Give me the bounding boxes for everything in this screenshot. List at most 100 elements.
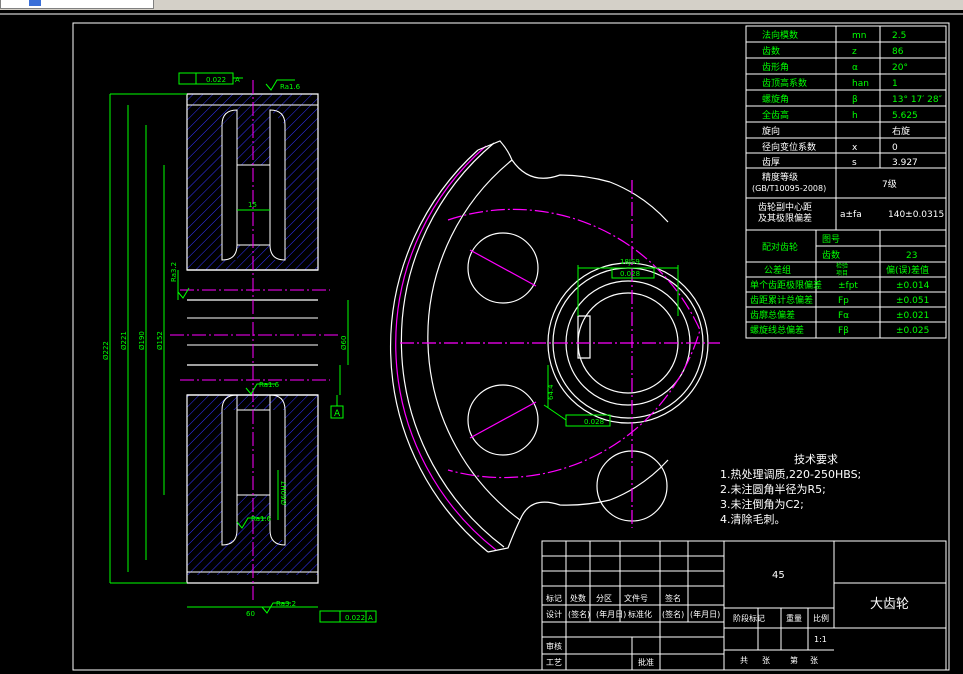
drawing-tab[interactable] <box>0 0 154 9</box>
gtol-top-value: 0.022 <box>206 76 226 84</box>
tb-pizhun: 批准 <box>638 657 654 667</box>
param-name: 螺旋角 <box>762 93 789 105</box>
tech-title: 技术要求 <box>794 453 838 466</box>
param-symbol: han <box>852 79 869 89</box>
tolerance-name: 齿距累计总偏差 <box>750 294 813 306</box>
tolerance-value: ±0.014 <box>896 281 930 291</box>
tb-gongyi: 工艺 <box>546 658 562 667</box>
gtol-bot-value: 0.022 <box>345 614 365 622</box>
param-value: 右旋 <box>892 125 910 137</box>
param-value: 2.5 <box>892 31 906 41</box>
tech-item: 3.未注倒角为C2; <box>720 498 804 511</box>
param-value: 0 <box>892 143 898 153</box>
tb-sheji: 设计 <box>546 609 562 619</box>
technical-requirements: 技术要求 1.热处理调质,220-250HBS; 2.未注圆角半径为R5; 3.… <box>720 452 861 527</box>
param-value: 1 <box>892 79 898 89</box>
keyway-depth-dim: 64.4 <box>547 384 555 400</box>
tolerance-symbol: Fα <box>838 311 849 321</box>
cad-canvas[interactable]: 0.022 A Ra1.6 Ra1.6 Ra1.6 Ra3.2 15 60 0.… <box>0 10 963 674</box>
keyway-sym-tol: 0.028 <box>584 418 604 426</box>
accuracy-label1: 精度等级 <box>762 171 798 183</box>
param-value: 86 <box>892 47 904 57</box>
tb-fenqu: 分区 <box>596 594 612 603</box>
parameter-table-text: 法向模数 mn 2.5 齿数 z 86 齿形角 α 20° 齿顶高系数 han 1 螺旋角 β 13° 17… <box>750 29 944 336</box>
window-top-bar <box>0 0 963 10</box>
center-value: 140±0.0315 <box>888 210 944 220</box>
gtol-bot-datum: A <box>368 614 373 622</box>
tb-date2: (年月日) <box>690 609 720 619</box>
tb-qianming2: (签名) <box>568 609 590 619</box>
keyway-tol-dim: 0.028 <box>620 270 640 278</box>
tb-biaozhunhua: 标准化 <box>628 609 652 619</box>
tolerance-name: 螺旋线总偏差 <box>750 324 804 336</box>
param-name: 全齿高 <box>762 109 789 121</box>
tb-zhongliang: 重量 <box>786 613 802 623</box>
param-name: 齿顶高系数 <box>762 77 807 89</box>
tb-biaoji: 标记 <box>546 593 562 603</box>
key-hub-dim: Ø60H7 <box>280 481 288 505</box>
drawing-tab-icon <box>29 0 41 6</box>
tb-chushu: 处数 <box>570 593 586 603</box>
dia-root-dim: Ø190 <box>138 331 146 350</box>
param-value: 13° 17′ 28″ <box>892 95 943 105</box>
datum-a-box: A <box>334 409 341 419</box>
tech-item: 2.未注圆角半径为R5; <box>720 483 826 496</box>
param-name: 齿形角 <box>762 61 789 73</box>
tech-item: 4.清除毛刺。 <box>720 513 786 526</box>
center-label2: 及其极限偏差 <box>758 212 812 224</box>
center-label1: 齿轮副中心距 <box>758 201 812 213</box>
param-name: 齿厚 <box>762 157 780 168</box>
param-name: 法向模数 <box>762 29 798 41</box>
dia-bore-dim: Ø60 <box>340 336 348 350</box>
tolerance-value: ±0.051 <box>896 296 929 306</box>
ra-top-label: Ra1.6 <box>280 83 301 91</box>
param-symbol: β <box>852 95 858 105</box>
param-symbol: x <box>852 143 858 153</box>
param-symbol: h <box>852 111 858 121</box>
tolerance-symbol: Fβ <box>838 326 849 336</box>
tb-jieduan: 阶段标记 <box>733 613 765 623</box>
param-value: 20° <box>892 63 908 73</box>
tolerance-value: ±0.021 <box>896 311 929 321</box>
dia-hub-dim: Ø152 <box>156 331 164 350</box>
param-name: 径向变位系数 <box>762 141 816 153</box>
tol-group-label: 公差组 <box>764 264 791 276</box>
tolerance-value: ±0.025 <box>896 326 929 336</box>
tb-zhang2: 张 <box>810 656 818 665</box>
tolerance-name: 单个齿距极限偏差 <box>750 279 822 291</box>
param-symbol: mn <box>852 31 866 41</box>
gear-front-view <box>390 140 720 553</box>
tol-sym2: 项目 <box>836 270 848 277</box>
tb-wenjian: 文件号 <box>624 593 648 603</box>
mating-row2: 齿数 <box>822 249 840 261</box>
tb-qianming: 签名 <box>665 593 681 603</box>
ra-bot-label: Ra3.2 <box>276 600 296 608</box>
param-name: 旋向 <box>762 125 780 137</box>
ra-mid-label: Ra1.6 <box>259 381 280 389</box>
tb-qianming3: (签名) <box>662 609 684 619</box>
ra-low-label: Ra1.6 <box>251 515 272 523</box>
param-value: 3.927 <box>892 158 918 168</box>
tol-sym1: 检验 <box>836 262 848 270</box>
tech-item: 1.热处理调质,220-250HBS; <box>720 468 862 481</box>
ra-left-label: Ra3.2 <box>170 262 178 282</box>
tol-value-head: 偏(误)差值 <box>886 264 929 276</box>
tolerance-symbol: Fp <box>838 296 849 306</box>
mating-label: 配对齿轮 <box>762 241 798 253</box>
tb-di: 第 <box>790 655 798 665</box>
center-symbol: a±fa <box>840 210 862 220</box>
tb-date: (年月日) <box>596 609 626 619</box>
width-face-dim: 60 <box>246 610 255 618</box>
mating-row2-value: 23 <box>906 251 917 261</box>
tb-gong: 共 <box>740 656 748 665</box>
tb-bili: 比例 <box>813 613 829 623</box>
dia-tip-dim: Ø221 <box>120 331 128 350</box>
param-symbol: s <box>852 158 857 168</box>
material-value: 45 <box>772 570 785 581</box>
keyway-width-dim: 18JS9 <box>620 258 640 266</box>
mating-row1: 图号 <box>822 234 840 245</box>
tb-zhang: 张 <box>762 656 770 665</box>
param-symbol: z <box>852 47 857 57</box>
tolerance-symbol: ±fpt <box>838 281 858 291</box>
param-value: 5.625 <box>892 111 918 121</box>
